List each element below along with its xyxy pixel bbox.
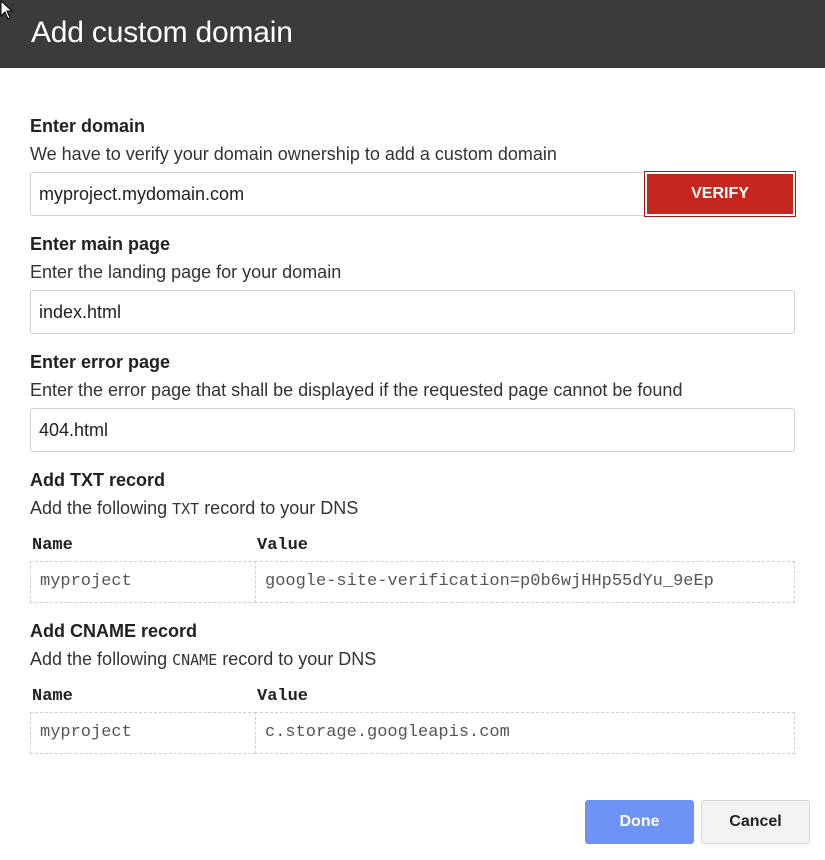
- txt-value-cell[interactable]: google-site-verification=p0b6wjHHp55dYu_…: [255, 561, 795, 603]
- move-cursor-icon: [0, 0, 14, 20]
- cancel-button[interactable]: Cancel: [701, 800, 810, 844]
- main-page-description: Enter the landing page for your domain: [30, 262, 342, 282]
- cname-desc-after: record to your DNS: [217, 649, 377, 669]
- txt-record-description: Add the following TXT record to your DNS: [30, 497, 795, 520]
- txt-desc-before: Add the following: [30, 498, 173, 518]
- cname-record-heading: Add CNAME record: [30, 621, 198, 641]
- main-page-input[interactable]: index.html: [30, 290, 795, 334]
- error-page-input[interactable]: 404.html: [30, 408, 795, 452]
- txt-desc-after: record to your DNS: [199, 498, 359, 518]
- main-page-heading: Enter main page: [30, 234, 171, 254]
- done-button[interactable]: Done: [585, 800, 694, 844]
- cname-desc-code: CNAME: [172, 651, 218, 669]
- dialog-title: Add custom domain: [31, 16, 293, 49]
- cname-record-section: Add CNAME record Add the following CNAME…: [30, 620, 795, 671]
- txt-record-section: Add TXT record Add the following TXT rec…: [30, 469, 795, 520]
- cname-name-cell[interactable]: myproject: [30, 712, 256, 754]
- error-page-description: Enter the error page that shall be displ…: [30, 380, 683, 400]
- txt-name-cell[interactable]: myproject: [30, 561, 256, 603]
- cname-col-value: Value: [257, 687, 309, 706]
- cname-record-description: Add the following CNAME record to your D…: [30, 648, 795, 671]
- verify-button[interactable]: VERIFY: [644, 171, 796, 217]
- txt-record-heading: Add TXT record: [30, 470, 166, 490]
- txt-desc-code: TXT: [172, 500, 200, 518]
- domain-section: Enter domain We have to verify your doma…: [30, 115, 795, 165]
- cname-value-cell[interactable]: c.storage.googleapis.com: [255, 712, 795, 754]
- error-page-heading: Enter error page: [30, 352, 171, 372]
- cname-col-name: Name: [32, 687, 73, 706]
- txt-col-value: Value: [257, 536, 309, 555]
- error-page-section: Enter error page Enter the error page th…: [30, 351, 795, 401]
- main-page-section: Enter main page Enter the landing page f…: [30, 233, 795, 283]
- txt-col-name: Name: [32, 536, 73, 555]
- domain-heading: Enter domain: [30, 116, 146, 136]
- domain-description: We have to verify your domain ownership …: [30, 144, 557, 164]
- cname-desc-before: Add the following: [30, 649, 173, 669]
- dialog-titlebar: Add custom domain: [0, 0, 825, 68]
- domain-input[interactable]: myproject.mydomain.com: [30, 172, 650, 216]
